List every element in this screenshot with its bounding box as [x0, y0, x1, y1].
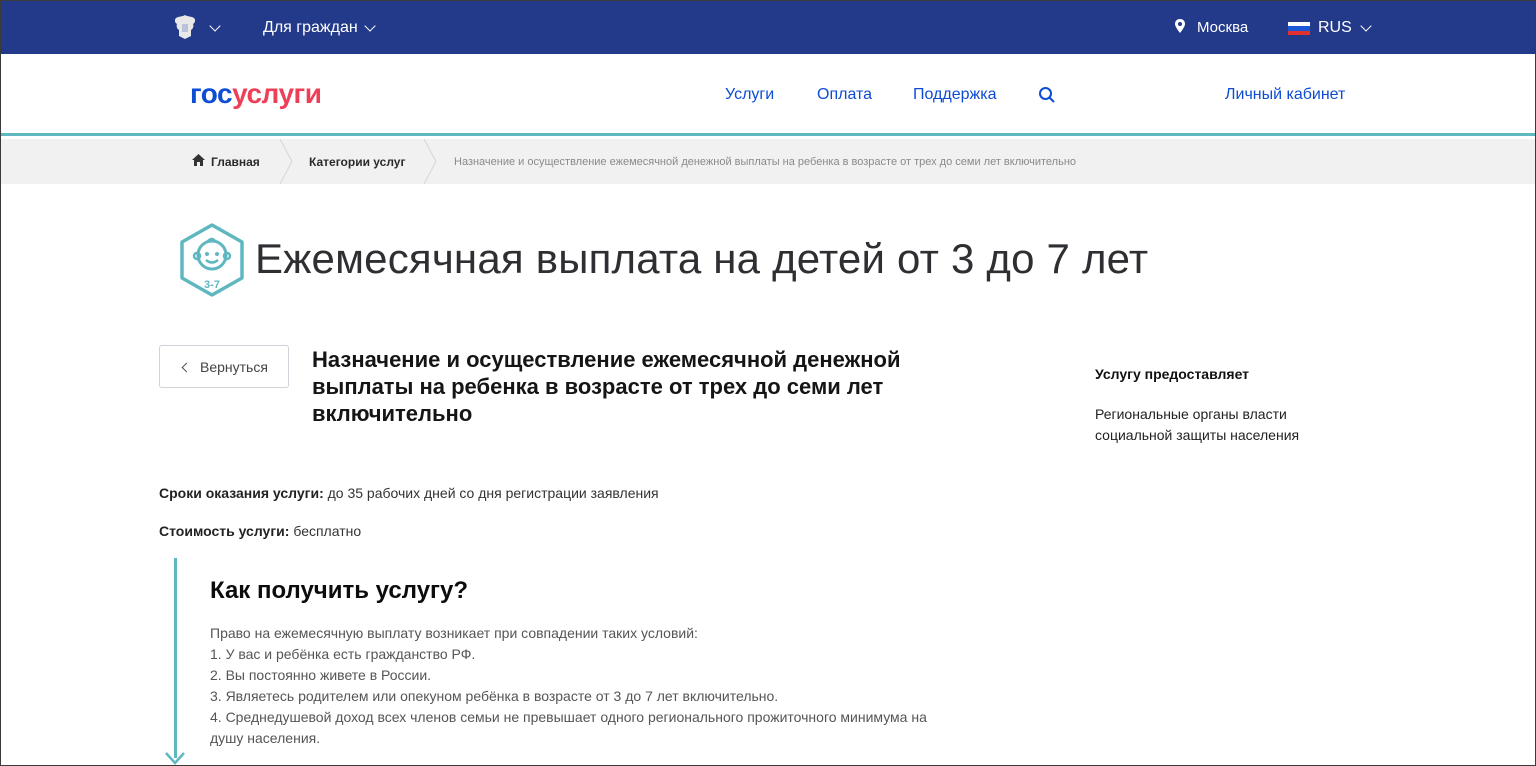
service-terms: Сроки оказания услуги: до 35 рабочих дне… — [159, 485, 659, 501]
nav-services[interactable]: Услуги — [725, 86, 774, 104]
svg-text:3-7: 3-7 — [204, 279, 220, 291]
coat-of-arms-icon[interactable] — [170, 12, 200, 42]
nav-support[interactable]: Поддержка — [913, 86, 996, 104]
service-cost-label: Стоимость услуги: — [159, 523, 290, 539]
back-button[interactable]: Вернуться — [159, 345, 289, 388]
child-service-icon: 3-7 — [180, 223, 244, 297]
conditions-intro: Право на ежемесячную выплату возникает п… — [210, 625, 698, 641]
city-selector[interactable]: Москва — [1197, 19, 1248, 36]
breadcrumb-current: Назначение и осуществление ежемесячной д… — [454, 156, 1077, 168]
service-cost-value: бесплатно — [289, 523, 362, 539]
breadcrumb-separator — [423, 139, 437, 184]
citizens-menu[interactable]: Для граждан — [263, 19, 358, 37]
service-subtitle: Назначение и осуществление ежемесячной д… — [312, 347, 901, 426]
chevron-down-icon[interactable] — [209, 20, 221, 32]
gosuslugi-logo[interactable]: госуслуги — [190, 78, 322, 110]
conditions-list: Право на ежемесячную выплату возникает п… — [210, 623, 1010, 749]
list-item: 3. Являетесь родителем или опекуном ребё… — [210, 688, 779, 704]
location-pin-icon — [1175, 19, 1185, 33]
provider-name: Региональные органы власти социальной за… — [1095, 406, 1300, 443]
chevron-left-icon — [181, 362, 192, 373]
breadcrumb-categories[interactable]: Категории услуг — [309, 155, 405, 169]
personal-account-link[interactable]: Личный кабинет — [1225, 86, 1345, 104]
nav-payment[interactable]: Оплата — [817, 86, 872, 104]
provider-heading: Услугу предоставляет — [1095, 366, 1250, 382]
back-button-label: Вернуться — [200, 359, 268, 375]
russia-flag-icon — [1288, 22, 1310, 35]
page-frame: Для граждан Москва RUS госуслуги Услуги … — [0, 0, 1536, 766]
top-bar: Для граждан Москва RUS — [1, 1, 1535, 54]
chevron-down-icon[interactable] — [364, 20, 376, 32]
breadcrumb-separator — [279, 139, 293, 184]
breadcrumb-home[interactable]: Главная — [211, 155, 260, 169]
service-terms-label: Сроки оказания услуги: — [159, 485, 324, 501]
list-item: 4. Среднедушевой доход всех членов семьи… — [210, 709, 927, 725]
language-selector[interactable]: RUS — [1318, 19, 1352, 37]
how-to-get-heading: Как получить услугу? — [210, 577, 469, 604]
timeline-line — [174, 558, 177, 758]
list-item: душу населения. — [210, 730, 321, 746]
service-terms-value: до 35 рабочих дней со дня регистрации за… — [323, 485, 659, 501]
list-item: 2. Вы постоянно живете в России. — [210, 667, 432, 683]
breadcrumb: Главная Категории услуг Назначение и осу… — [1, 139, 1535, 184]
home-icon — [192, 154, 205, 166]
arrow-down-icon — [165, 752, 185, 765]
site-header: госуслуги Услуги Оплата Поддержка Личный… — [1, 54, 1535, 136]
list-item: 1. У вас и ребёнка есть гражданство РФ. — [210, 646, 476, 662]
search-icon[interactable] — [1038, 86, 1056, 104]
page-title: Ежемесячная выплата на детей от 3 до 7 л… — [255, 235, 1149, 282]
service-cost: Стоимость услуги: бесплатно — [159, 523, 361, 539]
chevron-down-icon[interactable] — [1360, 20, 1372, 32]
